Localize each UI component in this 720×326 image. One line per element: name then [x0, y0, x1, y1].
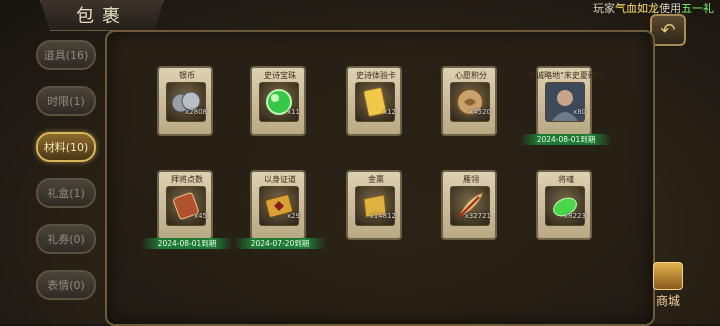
inventory-title-plate: 包裹	[40, 0, 164, 31]
tab-label: 材料(10)	[43, 141, 89, 154]
item-slot[interactable]: 史诗宝珠 x11	[250, 66, 308, 136]
item-card: 心愿积分 x4520	[441, 66, 497, 136]
item-card: 攻城略地"末史夏碎片 x80 2024-08-01到期	[520, 66, 612, 145]
item-slot[interactable]: 金票 x14812	[346, 170, 404, 240]
item-card: 以身证道 x29 2024-07-20到期	[234, 170, 326, 249]
item-quantity: x29	[286, 212, 300, 220]
item-quantity: x12	[382, 108, 396, 116]
item-slot[interactable]: 史诗体验卡 x12	[346, 66, 404, 136]
broadcast-marquee: 玩家气血如龙使用五一礼	[587, 0, 720, 15]
hero-portrait-icon	[545, 82, 585, 122]
item-quantity: x45	[193, 212, 207, 220]
item-card: 拜将点数 x45 2024-08-01到期	[141, 170, 233, 249]
tab-label: 时限(1)	[47, 95, 85, 108]
shop-button[interactable]: 商城	[646, 262, 690, 318]
item-quantity: x4520	[469, 108, 491, 116]
page-title: 包裹	[76, 6, 128, 27]
item-name: 心愿积分	[455, 71, 487, 80]
tab-items[interactable]: 道具(16)	[36, 40, 96, 70]
item-quantity: x8223	[564, 212, 586, 220]
item-card: 雁翎 x32721	[441, 170, 497, 240]
item-name: 史诗宝珠	[264, 71, 296, 80]
item-slot[interactable]: 将魂 x8223	[536, 170, 594, 240]
item-card: 金票 x14812	[346, 170, 402, 240]
tab-label: 道具(16)	[43, 49, 89, 62]
tab-label: 表情(0)	[47, 279, 85, 292]
gold-card-icon	[355, 82, 395, 122]
back-arrow-icon: ↶	[660, 19, 676, 41]
item-quantity: x2808	[185, 108, 207, 116]
general-token-icon	[166, 186, 206, 226]
item-slot[interactable]: 拜将点数 x45 2024-08-01到期	[141, 170, 233, 249]
tab-label: 礼券(0)	[47, 233, 85, 246]
soul-jade-icon	[545, 186, 585, 226]
tab-coupons[interactable]: 礼券(0)	[36, 224, 96, 254]
item-quantity: x14812	[369, 212, 396, 220]
item-quantity: x80	[572, 108, 586, 116]
feather-icon	[450, 186, 490, 226]
shop-icon	[653, 262, 683, 290]
item-card: 史诗体验卡 x12	[346, 66, 402, 136]
item-expiry-label: 2024-08-01到期	[141, 238, 233, 249]
tab-emotes[interactable]: 表情(0)	[36, 270, 96, 300]
item-slot[interactable]: 以身证道 x29 2024-07-20到期	[234, 170, 326, 249]
item-card: 银币 x2808	[157, 66, 213, 136]
item-name: 金票	[368, 175, 384, 184]
gold-plaque-icon	[259, 186, 299, 226]
back-button[interactable]: ↶	[650, 14, 686, 46]
item-card: 史诗宝珠 x11	[250, 66, 306, 136]
item-name: 将魂	[558, 175, 574, 184]
item-slot[interactable]: 雁翎 x32721	[441, 170, 499, 240]
item-name: 银币	[179, 71, 195, 80]
item-name: 史诗体验卡	[356, 71, 396, 80]
marquee-prefix: 玩家	[593, 2, 615, 15]
shop-label: 商城	[655, 294, 680, 308]
wish-coin-icon	[450, 82, 490, 122]
item-quantity: x32721	[464, 212, 491, 220]
item-slot[interactable]: 攻城略地"末史夏碎片 x80 2024-08-01到期	[520, 66, 612, 145]
item-expiry-label: 2024-07-20到期	[234, 238, 326, 249]
marquee-item-name: 五一礼	[681, 2, 714, 15]
item-slot[interactable]: 心愿积分 x4520	[441, 66, 499, 136]
tab-materials[interactable]: 材料(10)	[36, 132, 96, 162]
category-tabs: 道具(16) 时限(1) 材料(10) 礼盒(1) 礼券(0) 表情(0)	[36, 40, 98, 316]
green-orb-icon	[259, 82, 299, 122]
tab-timed[interactable]: 时限(1)	[36, 86, 96, 116]
item-expiry-label: 2024-08-01到期	[520, 134, 612, 145]
marquee-player-name: 气血如龙	[615, 2, 659, 15]
item-name: 雁翎	[463, 175, 479, 184]
item-name: 以身证道	[264, 175, 296, 184]
gold-ticket-icon	[355, 186, 395, 226]
item-name: 攻城略地"末史夏碎片	[528, 71, 604, 80]
tab-gift-boxes[interactable]: 礼盒(1)	[36, 178, 96, 208]
item-quantity: x11	[286, 108, 300, 116]
item-card: 将魂 x8223	[536, 170, 592, 240]
item-name: 拜将点数	[171, 175, 203, 184]
silver-coin-icon	[166, 82, 206, 122]
tab-label: 礼盒(1)	[47, 187, 85, 200]
item-slot[interactable]: 银币 x2808	[157, 66, 215, 136]
